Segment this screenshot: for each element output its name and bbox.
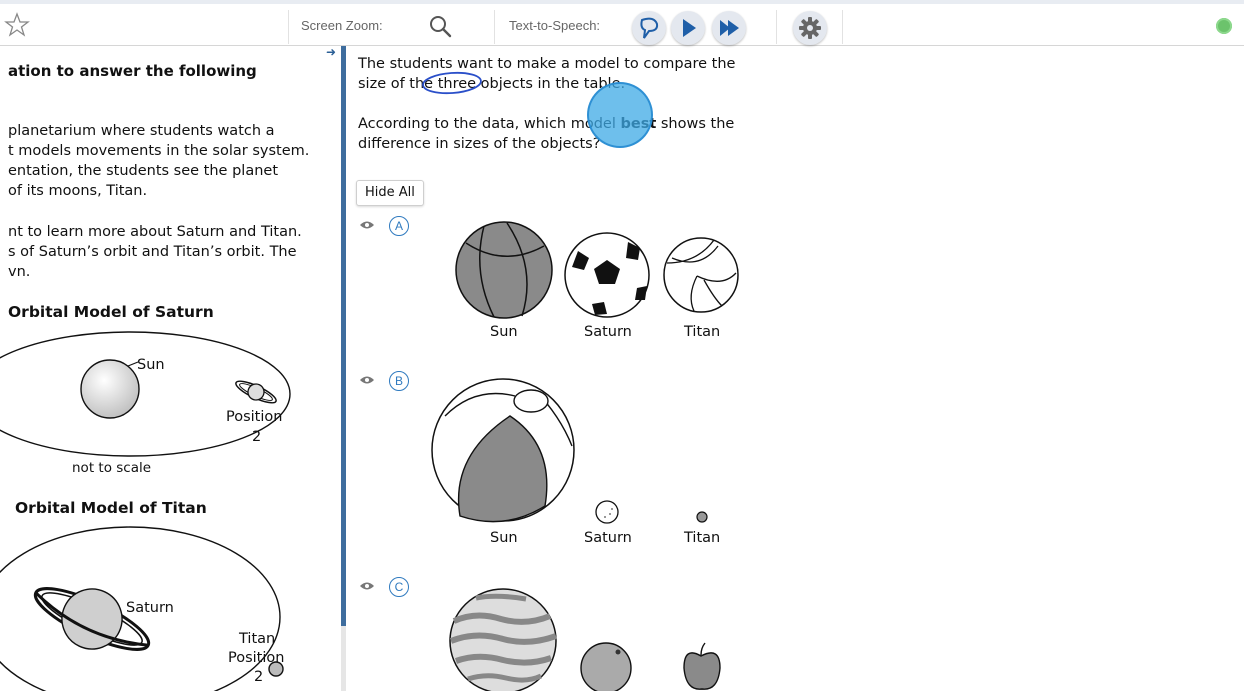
fast-forward-button[interactable] — [712, 11, 746, 45]
question-text: size of the three objects in the table. — [358, 76, 626, 92]
stimulus-text: t models movements in the solar system. — [8, 143, 310, 159]
position-label: Position — [226, 409, 283, 425]
sun-label: Sun — [137, 357, 165, 373]
eye-icon[interactable] — [359, 581, 375, 591]
toolbar: Screen Zoom: Text-to-Speech: — [0, 0, 1244, 46]
volleyball-icon — [663, 237, 739, 313]
option-b-label: Titan — [684, 530, 721, 546]
option-a-radio[interactable]: A — [389, 216, 409, 236]
gear-icon — [799, 17, 821, 39]
play-icon — [683, 19, 696, 37]
option-a-label: Saturn — [584, 324, 632, 340]
connection-status-dot — [1216, 18, 1232, 34]
option-c-radio[interactable]: C — [389, 577, 409, 597]
stimulus-text: of its moons, Titan. — [8, 183, 148, 199]
eye-icon[interactable] — [359, 375, 375, 385]
play-button[interactable] — [671, 11, 705, 45]
basketball-icon — [455, 221, 553, 319]
soccer-ball-icon — [564, 232, 650, 318]
collapse-arrow-icon[interactable]: ➜ — [326, 45, 336, 59]
option-b-image[interactable] — [430, 376, 730, 526]
tts-label: Text-to-Speech: — [509, 18, 601, 33]
screen-zoom-label: Screen Zoom: — [301, 18, 383, 33]
orange-icon — [580, 642, 632, 691]
highlight-circle-annotation — [422, 71, 482, 95]
watermelon-icon — [449, 588, 558, 691]
saturn-label: Saturn — [126, 600, 174, 616]
speak-selection-button[interactable] — [632, 11, 666, 45]
fast-forward-icon — [720, 20, 739, 36]
speech-bubble-icon — [640, 17, 659, 39]
toolbar-separator — [494, 10, 495, 44]
stimulus-heading: ation to answer the following — [8, 62, 257, 80]
toolbar-separator — [288, 10, 289, 44]
hide-all-button[interactable]: Hide All — [356, 180, 424, 206]
question-text: According to the data, which model best … — [358, 114, 734, 134]
settings-button[interactable] — [793, 11, 827, 45]
small-bead-icon — [696, 511, 708, 523]
star-icon[interactable] — [4, 12, 30, 38]
golf-ball-icon — [595, 500, 619, 524]
question-pane: The students want to make a model to com… — [346, 46, 1244, 691]
option-b-label: Saturn — [584, 530, 632, 546]
option-b-label: Sun — [490, 530, 518, 546]
question-text: difference in sizes of the objects? — [358, 136, 601, 152]
toolbar-separator — [842, 10, 843, 44]
option-a-label: Sun — [490, 324, 518, 340]
zoom-magnifier-icon[interactable] — [426, 13, 454, 41]
option-b-radio[interactable]: B — [389, 371, 409, 391]
toolbar-separator — [776, 10, 777, 44]
stimulus-text: nt to learn more about Saturn and Titan. — [8, 224, 302, 240]
titan-label: Titan — [239, 631, 276, 647]
stimulus-text: vn. — [8, 264, 31, 280]
saturn-model-title: Orbital Model of Saturn — [8, 303, 214, 321]
question-text-part: According to the data, which model — [358, 116, 621, 132]
stimulus-text: s of Saturn’s orbit and Titan’s orbit. T… — [8, 244, 297, 260]
saturn-orbit-diagram — [0, 331, 291, 457]
option-a-label: Titan — [684, 324, 721, 340]
option-c-image[interactable] — [446, 586, 736, 691]
position-label: Position — [228, 650, 285, 666]
question-text-part: shows the — [656, 116, 735, 132]
question-text: The students want to make a model to com… — [358, 56, 736, 72]
saturn-small-icon — [235, 380, 277, 404]
not-to-scale-note: not to scale — [72, 460, 152, 476]
eye-icon[interactable] — [359, 220, 375, 230]
stimulus-pane: ation to answer the following planetariu… — [0, 46, 341, 691]
apple-icon — [683, 642, 721, 690]
titan-model-title: Orbital Model of Titan — [15, 499, 207, 517]
position-number: 2 — [254, 669, 264, 685]
stimulus-text: entation, the students see the planet — [8, 163, 278, 179]
touch-cursor-indicator — [587, 82, 653, 148]
stimulus-text: planetarium where students watch a — [8, 123, 275, 139]
saturn-large-icon — [33, 587, 151, 651]
beach-ball-icon — [431, 378, 575, 523]
position-number: 2 — [252, 429, 262, 445]
